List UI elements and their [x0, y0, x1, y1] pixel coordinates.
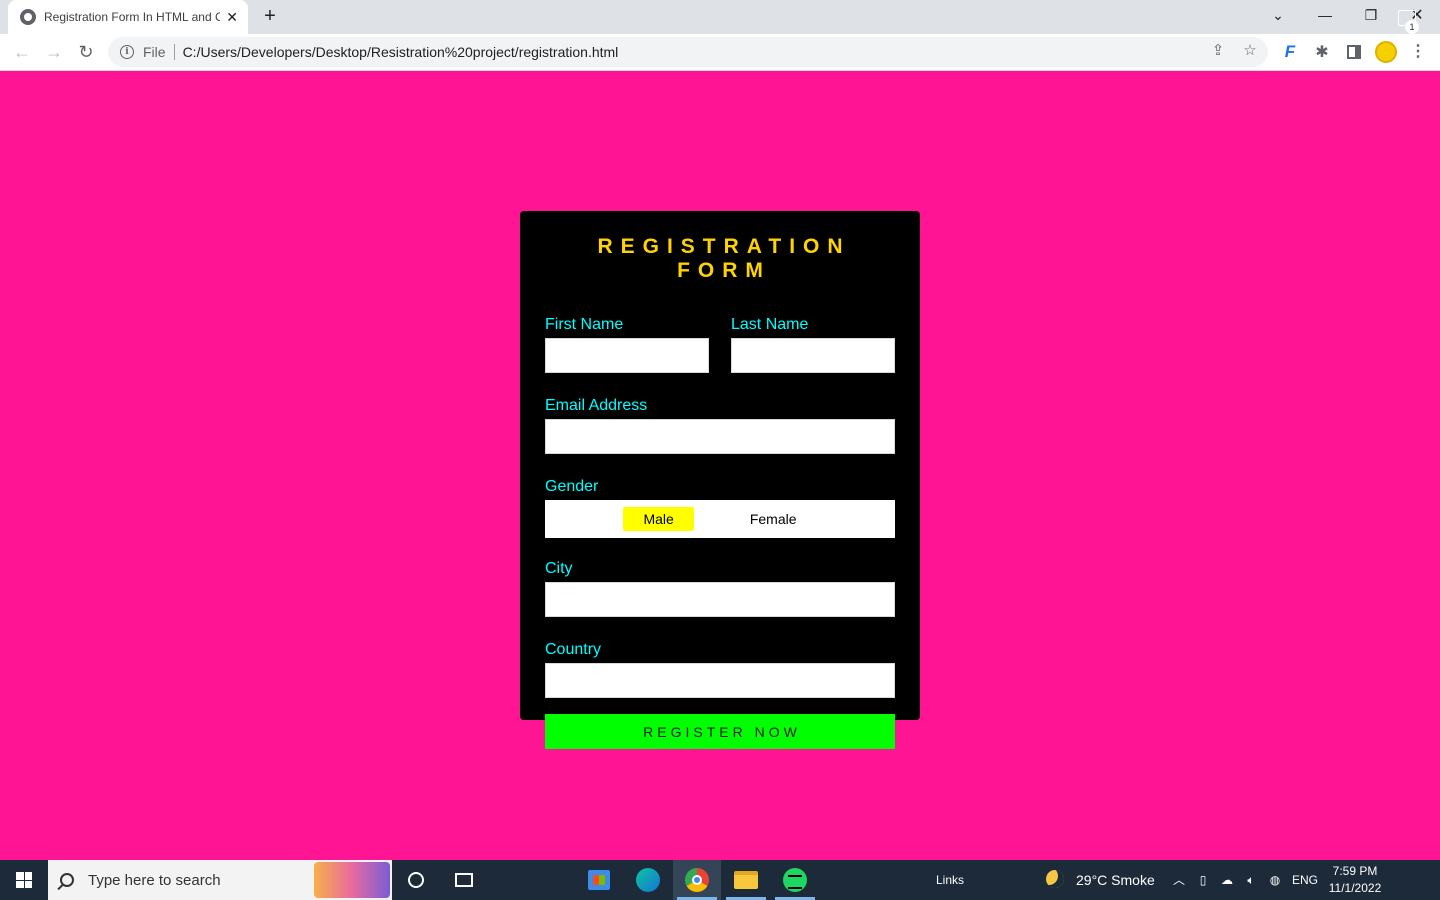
bookmark-star-icon[interactable]: ☆: [1241, 41, 1259, 59]
forward-arrow-icon[interactable]: →: [42, 40, 66, 64]
address-url[interactable]: C:/Users/Developers/Desktop/Resistration…: [183, 44, 619, 60]
microsoft-store-icon: [588, 870, 610, 890]
taskbar-app-file-explorer[interactable]: [722, 860, 770, 900]
browser-tabstrip: Registration Form In HTML and CSS ✕ + ⌄ …: [0, 0, 1440, 34]
first-name-field: First Name: [545, 316, 709, 373]
tab-title: Registration Form In HTML and CSS: [44, 10, 220, 24]
city-input[interactable]: [545, 582, 895, 617]
country-input[interactable]: [545, 663, 895, 698]
country-field: Country: [545, 641, 895, 698]
gender-option-male[interactable]: Male: [623, 507, 694, 531]
windows-logo-icon: [16, 872, 32, 888]
register-now-button[interactable]: REGISTER NOW: [545, 714, 895, 749]
minimize-button[interactable]: —: [1302, 0, 1348, 30]
system-clock[interactable]: 7:59 PM 11/1/2022: [1322, 863, 1388, 897]
email-label: Email Address: [545, 397, 648, 414]
registration-card: REGISTRATION FORM First Name Last Name E…: [520, 211, 920, 749]
first-name-label: First Name: [545, 316, 624, 333]
browser-tab[interactable]: Registration Form In HTML and CSS ✕: [8, 0, 248, 34]
start-button[interactable]: [0, 860, 48, 900]
search-highlight-image[interactable]: [314, 862, 390, 898]
task-view-button[interactable]: [440, 860, 488, 900]
last-name-label: Last Name: [731, 316, 809, 333]
taskbar-app-edge[interactable]: [624, 860, 672, 900]
moon-weather-icon[interactable]: [1046, 870, 1064, 888]
profile-avatar[interactable]: [1375, 41, 1397, 63]
gender-selector: Male Female: [545, 500, 895, 538]
tab-search-icon[interactable]: ⌄: [1255, 0, 1301, 30]
share-icon[interactable]: ⇪: [1209, 41, 1227, 59]
form-title: REGISTRATION FORM: [597, 235, 851, 282]
browser-toolbar: ← → ↻ i File C:/Users/Developers/Desktop…: [0, 34, 1440, 71]
reload-icon[interactable]: ↻: [74, 40, 98, 64]
first-name-input[interactable]: [545, 338, 709, 373]
address-separator: [173, 44, 175, 60]
edge-icon: [636, 868, 660, 892]
gender-label: Gender: [545, 478, 599, 495]
taskbar-app-chrome[interactable]: [673, 860, 721, 900]
browser-menu-icon[interactable]: ⋮: [1410, 42, 1426, 62]
notification-badge: 1: [1405, 20, 1419, 34]
email-field: Email Address: [545, 397, 895, 454]
name-row: First Name Last Name: [545, 316, 895, 373]
back-arrow-icon[interactable]: ←: [10, 40, 34, 64]
clock-time: 7:59 PM: [1332, 864, 1378, 878]
clock-date: 11/1/2022: [1328, 881, 1382, 895]
spotify-icon: [783, 868, 807, 892]
restore-button[interactable]: ❐: [1348, 0, 1394, 30]
gender-option-female[interactable]: Female: [730, 507, 817, 531]
onedrive-cloud-icon[interactable]: ☁: [1219, 872, 1235, 888]
extensions-puzzle-icon[interactable]: ✱: [1312, 42, 1332, 62]
last-name-input[interactable]: [731, 338, 895, 373]
close-tab-icon[interactable]: ✕: [226, 9, 238, 26]
address-scheme: File: [143, 44, 166, 60]
taskbar-app-spotify[interactable]: [771, 860, 819, 900]
taskbar-app-store[interactable]: [575, 860, 623, 900]
city-label: City: [545, 560, 573, 577]
email-input[interactable]: [545, 419, 895, 454]
globe-icon: [20, 9, 36, 25]
gender-field: Gender Male Female: [545, 478, 895, 538]
file-explorer-icon: [734, 871, 758, 889]
address-bar[interactable]: i File C:/Users/Developers/Desktop/Resis…: [108, 37, 1268, 67]
chevron-up-icon[interactable]: ︿: [1171, 872, 1187, 888]
chrome-icon: [685, 868, 709, 892]
info-icon[interactable]: i: [120, 45, 134, 59]
cortana-icon: [408, 872, 424, 888]
task-view-icon: [455, 873, 473, 887]
country-label: Country: [545, 641, 602, 658]
side-panel-icon[interactable]: [1347, 45, 1361, 59]
new-tab-button[interactable]: +: [259, 5, 281, 27]
device-icon[interactable]: ▯: [1195, 872, 1211, 888]
links-toolbar[interactable]: Links: [936, 860, 964, 900]
language-indicator[interactable]: ENG: [1292, 860, 1318, 900]
volume-icon[interactable]: 🔈︎: [1243, 872, 1259, 888]
network-globe-icon[interactable]: ◍: [1267, 872, 1283, 888]
weather-widget[interactable]: 29°C Smoke: [1076, 860, 1155, 900]
search-icon: [60, 873, 74, 887]
last-name-field: Last Name: [731, 316, 895, 373]
search-placeholder: Type here to search: [88, 871, 221, 889]
taskbar: Type here to search Links 29°C Smoke ︿ ▯…: [0, 860, 1440, 900]
city-field: City: [545, 560, 895, 617]
cortana-button[interactable]: [392, 860, 440, 900]
extension-f-icon[interactable]: F: [1280, 42, 1300, 62]
taskbar-search-box[interactable]: Type here to search: [48, 860, 392, 900]
